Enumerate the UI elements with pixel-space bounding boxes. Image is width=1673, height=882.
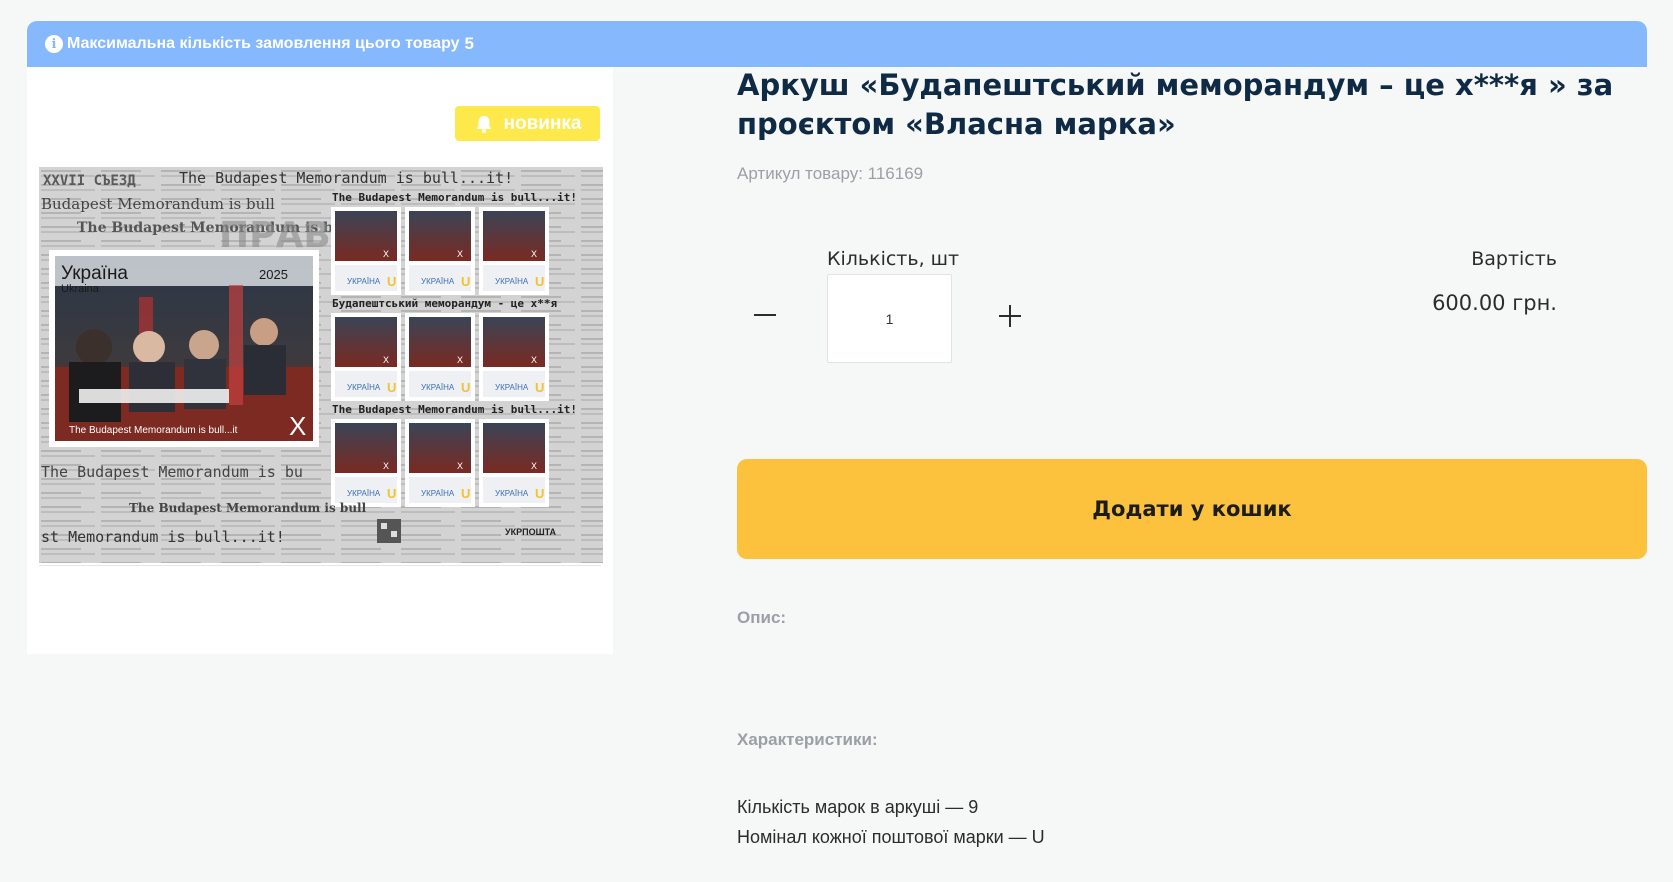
svg-text:XXVII СЪЕЗД: XXVII СЪЕЗД	[43, 173, 136, 189]
mini-stamp-label: УКРАЇНА	[495, 489, 529, 498]
product-title: Аркуш «Будапештський меморандум – це х**…	[737, 68, 1614, 141]
mini-stamp: X УКРАЇНА U	[405, 313, 475, 401]
mini-stamp: X УКРАЇНА U	[405, 207, 475, 295]
mini-stamp-nominal: X	[531, 249, 537, 259]
max-order-qty: 5	[464, 34, 474, 53]
mini-stamp-label: УКРАЇНА	[495, 277, 529, 286]
mini-stamp-nominal: X	[457, 355, 463, 365]
mini-stamp-u: U	[461, 380, 470, 395]
mini-stamp-u: U	[387, 380, 396, 395]
quantity-input[interactable]	[827, 274, 952, 363]
max-order-banner: i Максимальна кількість замовлення цього…	[27, 21, 1647, 67]
mini-header-top: The Budapest Memorandum is bull...it!	[332, 191, 577, 204]
main-stamp: Україна Ukraina 2025 The Budapest Memora…	[49, 250, 319, 447]
mini-stamp: X УКРАЇНА U	[331, 313, 401, 401]
sheet-header-text: The Budapest Memorandum is bull...it!	[179, 169, 513, 187]
svg-text:Budapest Memorandum is bull: Budapest Memorandum is bull	[41, 195, 275, 213]
new-badge: новинка	[455, 106, 600, 141]
price-value: 600.00 грн.	[1432, 291, 1557, 315]
mini-stamp: X УКРАЇНА U	[331, 207, 401, 295]
mini-stamp-u: U	[535, 380, 544, 395]
mini-stamp-nominal: X	[531, 355, 537, 365]
mini-stamp-label: УКРАЇНА	[495, 383, 529, 392]
mini-stamp-label: УКРАЇНА	[421, 277, 455, 286]
mini-stamp-label: УКРАЇНА	[421, 383, 455, 392]
postal-logo: УКРПОШТА	[505, 527, 557, 537]
mini-stamp-nominal: X	[531, 461, 537, 471]
stamp-sheet-image[interactable]: XXVII СЪЕЗД The Budapest Memorandum is b…	[39, 167, 603, 563]
mini-stamp-u: U	[461, 274, 470, 289]
characteristic-nominal: Номінал кожної поштової марки — U	[737, 827, 1045, 847]
characteristic-stamp-count: Кількість марок в аркуші — 9	[737, 797, 979, 817]
bell-icon	[476, 115, 491, 133]
mini-stamp-nominal: X	[383, 461, 389, 471]
price-label: Вартість	[1471, 248, 1557, 270]
info-icon: i	[45, 35, 63, 53]
mini-stamp-label: УКРАЇНА	[347, 383, 381, 392]
mini-stamp-nominal: X	[457, 461, 463, 471]
mini-stamp-nominal: X	[383, 249, 389, 259]
mini-stamp: X УКРАЇНА U	[331, 419, 401, 507]
minus-icon	[754, 314, 776, 316]
stamp-caption: The Budapest Memorandum is bull...it	[69, 425, 238, 436]
max-order-text: Максимальна кількість замовлення цього т…	[67, 35, 460, 52]
mini-stamp-u: U	[535, 486, 544, 501]
mini-stamp: X УКРАЇНА U	[479, 207, 549, 295]
mini-header-middle: Будапештський меморандум - це х**я	[332, 297, 557, 310]
mini-stamp-nominal: X	[457, 249, 463, 259]
mini-stamp-nominal: X	[383, 355, 389, 365]
mini-stamp-label: УКРАЇНА	[347, 277, 381, 286]
mini-stamp-label: УКРАЇНА	[347, 489, 381, 498]
svg-text:The Budapest Memorandum is bul: The Budapest Memorandum is bull	[129, 501, 367, 515]
product-sku: Артикул товару: 116169	[737, 164, 924, 183]
mini-stamps-grid: X УКРАЇНА U X УКРАЇНА U X УКРАЇНА U X УКРАЇНА U X УКР…	[331, 207, 549, 507]
quantity-increase-button[interactable]	[996, 303, 1024, 329]
svg-text:st Memorandum is bull...it!: st Memorandum is bull...it!	[41, 528, 285, 546]
mini-stamp-label: УКРАЇНА	[421, 489, 455, 498]
mini-stamp-u: U	[535, 274, 544, 289]
stamp-country-latin: Ukraina	[61, 283, 100, 295]
quantity-decrease-button[interactable]	[750, 303, 780, 327]
mini-stamp-u: U	[387, 486, 396, 501]
image-divider	[39, 565, 601, 566]
mini-stamp-u: U	[461, 486, 470, 501]
stamp-nominal: X	[289, 411, 306, 441]
stamp-year: 2025	[259, 267, 288, 282]
characteristics-label: Характеристики:	[737, 730, 878, 749]
mini-stamp-u: U	[387, 274, 396, 289]
mini-header-bottom: The Budapest Memorandum is bull...it!	[332, 403, 577, 416]
mini-stamp: X УКРАЇНА U	[479, 419, 549, 507]
product-image-card: новинка XXVII СЪЕЗД The Budapest Memoran…	[27, 67, 613, 654]
mini-stamp: X УКРАЇНА U	[405, 419, 475, 507]
stamp-country: Україна	[61, 263, 128, 284]
quantity-label: Кількість, шт	[827, 248, 960, 270]
add-to-cart-button[interactable]: Додати у кошик	[737, 459, 1647, 559]
new-badge-label: новинка	[503, 112, 582, 134]
mini-stamp: X УКРАЇНА U	[479, 313, 549, 401]
svg-text:The Budapest Memorandum is bu: The Budapest Memorandum is bu	[41, 463, 303, 481]
description-label: Опис:	[737, 608, 787, 627]
